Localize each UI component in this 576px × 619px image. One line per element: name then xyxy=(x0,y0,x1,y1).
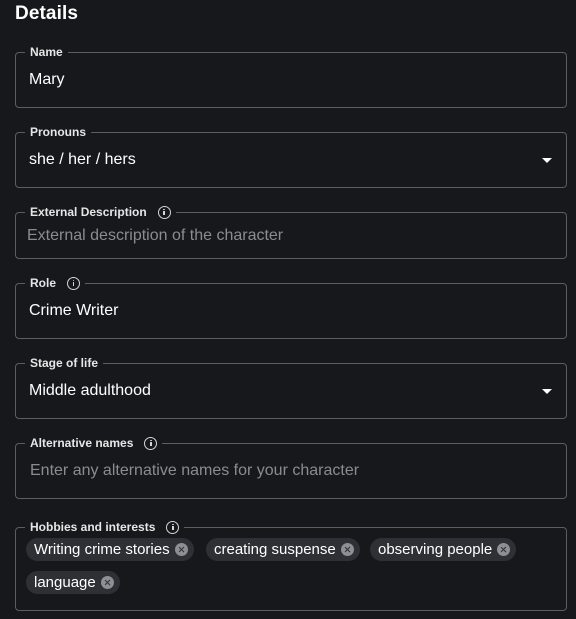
role-value[interactable]: Crime Writer xyxy=(29,302,118,320)
hobbies-label: Hobbies and interests xyxy=(30,520,156,534)
role-label: Role xyxy=(30,276,57,290)
external-description-label-wrap: External Description xyxy=(25,204,176,220)
close-circle-icon[interactable] xyxy=(174,543,188,556)
close-circle-icon[interactable] xyxy=(497,543,511,556)
hobby-chip-label: language xyxy=(34,574,96,591)
close-circle-icon[interactable] xyxy=(340,543,354,556)
alternative-names-placeholder[interactable]: Enter any alternative names for your cha… xyxy=(30,462,359,480)
info-icon[interactable] xyxy=(67,276,81,290)
name-label: Name xyxy=(30,45,63,59)
hobby-chip-label: creating suspense xyxy=(214,541,336,558)
role-field[interactable]: Role Crime Writer xyxy=(15,275,567,339)
hobby-chip[interactable]: creating suspense xyxy=(206,538,360,561)
name-value[interactable]: Mary xyxy=(29,71,65,89)
hobbies-field[interactable]: Hobbies and interests Writing crime stor… xyxy=(15,519,567,611)
alternative-names-label-wrap: Alternative names xyxy=(25,435,163,451)
hobby-chip[interactable]: observing people xyxy=(370,538,517,561)
info-icon[interactable] xyxy=(157,205,171,219)
external-description-label: External Description xyxy=(30,205,147,219)
close-circle-icon[interactable] xyxy=(100,576,114,589)
hobby-chip-label: observing people xyxy=(378,541,493,558)
hobby-chip-label: Writing crime stories xyxy=(34,541,170,558)
info-icon[interactable] xyxy=(166,520,180,534)
stage-of-life-label-wrap: Stage of life xyxy=(25,355,104,371)
stage-of-life-value[interactable]: Middle adulthood xyxy=(29,382,151,400)
hobby-chip[interactable]: Writing crime stories xyxy=(26,538,194,561)
external-description-placeholder[interactable]: External description of the character xyxy=(27,227,283,245)
hobbies-label-wrap: Hobbies and interests xyxy=(25,519,185,535)
stage-of-life-label: Stage of life xyxy=(30,356,99,370)
pronouns-label: Pronouns xyxy=(30,125,86,139)
stage-of-life-select[interactable]: Stage of life Middle adulthood xyxy=(15,355,567,419)
name-field[interactable]: Name Mary xyxy=(15,44,567,108)
pronouns-select[interactable]: Pronouns she / her / hers xyxy=(15,124,567,188)
external-description-field[interactable]: External Description External descriptio… xyxy=(15,204,567,259)
role-label-wrap: Role xyxy=(25,275,86,291)
hobby-chip[interactable]: language xyxy=(26,571,120,594)
name-label-wrap: Name xyxy=(25,44,68,60)
info-icon[interactable] xyxy=(144,436,158,450)
section-title: Details xyxy=(15,3,79,24)
alternative-names-label: Alternative names xyxy=(30,436,134,450)
chevron-down-icon[interactable] xyxy=(542,158,552,163)
details-panel: Details Name Mary Pronouns she / her / h… xyxy=(0,0,576,619)
pronouns-label-wrap: Pronouns xyxy=(25,124,91,140)
chevron-down-icon[interactable] xyxy=(542,389,552,394)
pronouns-value[interactable]: she / her / hers xyxy=(29,151,136,169)
alternative-names-field[interactable]: Alternative names Enter any alternative … xyxy=(15,435,567,499)
